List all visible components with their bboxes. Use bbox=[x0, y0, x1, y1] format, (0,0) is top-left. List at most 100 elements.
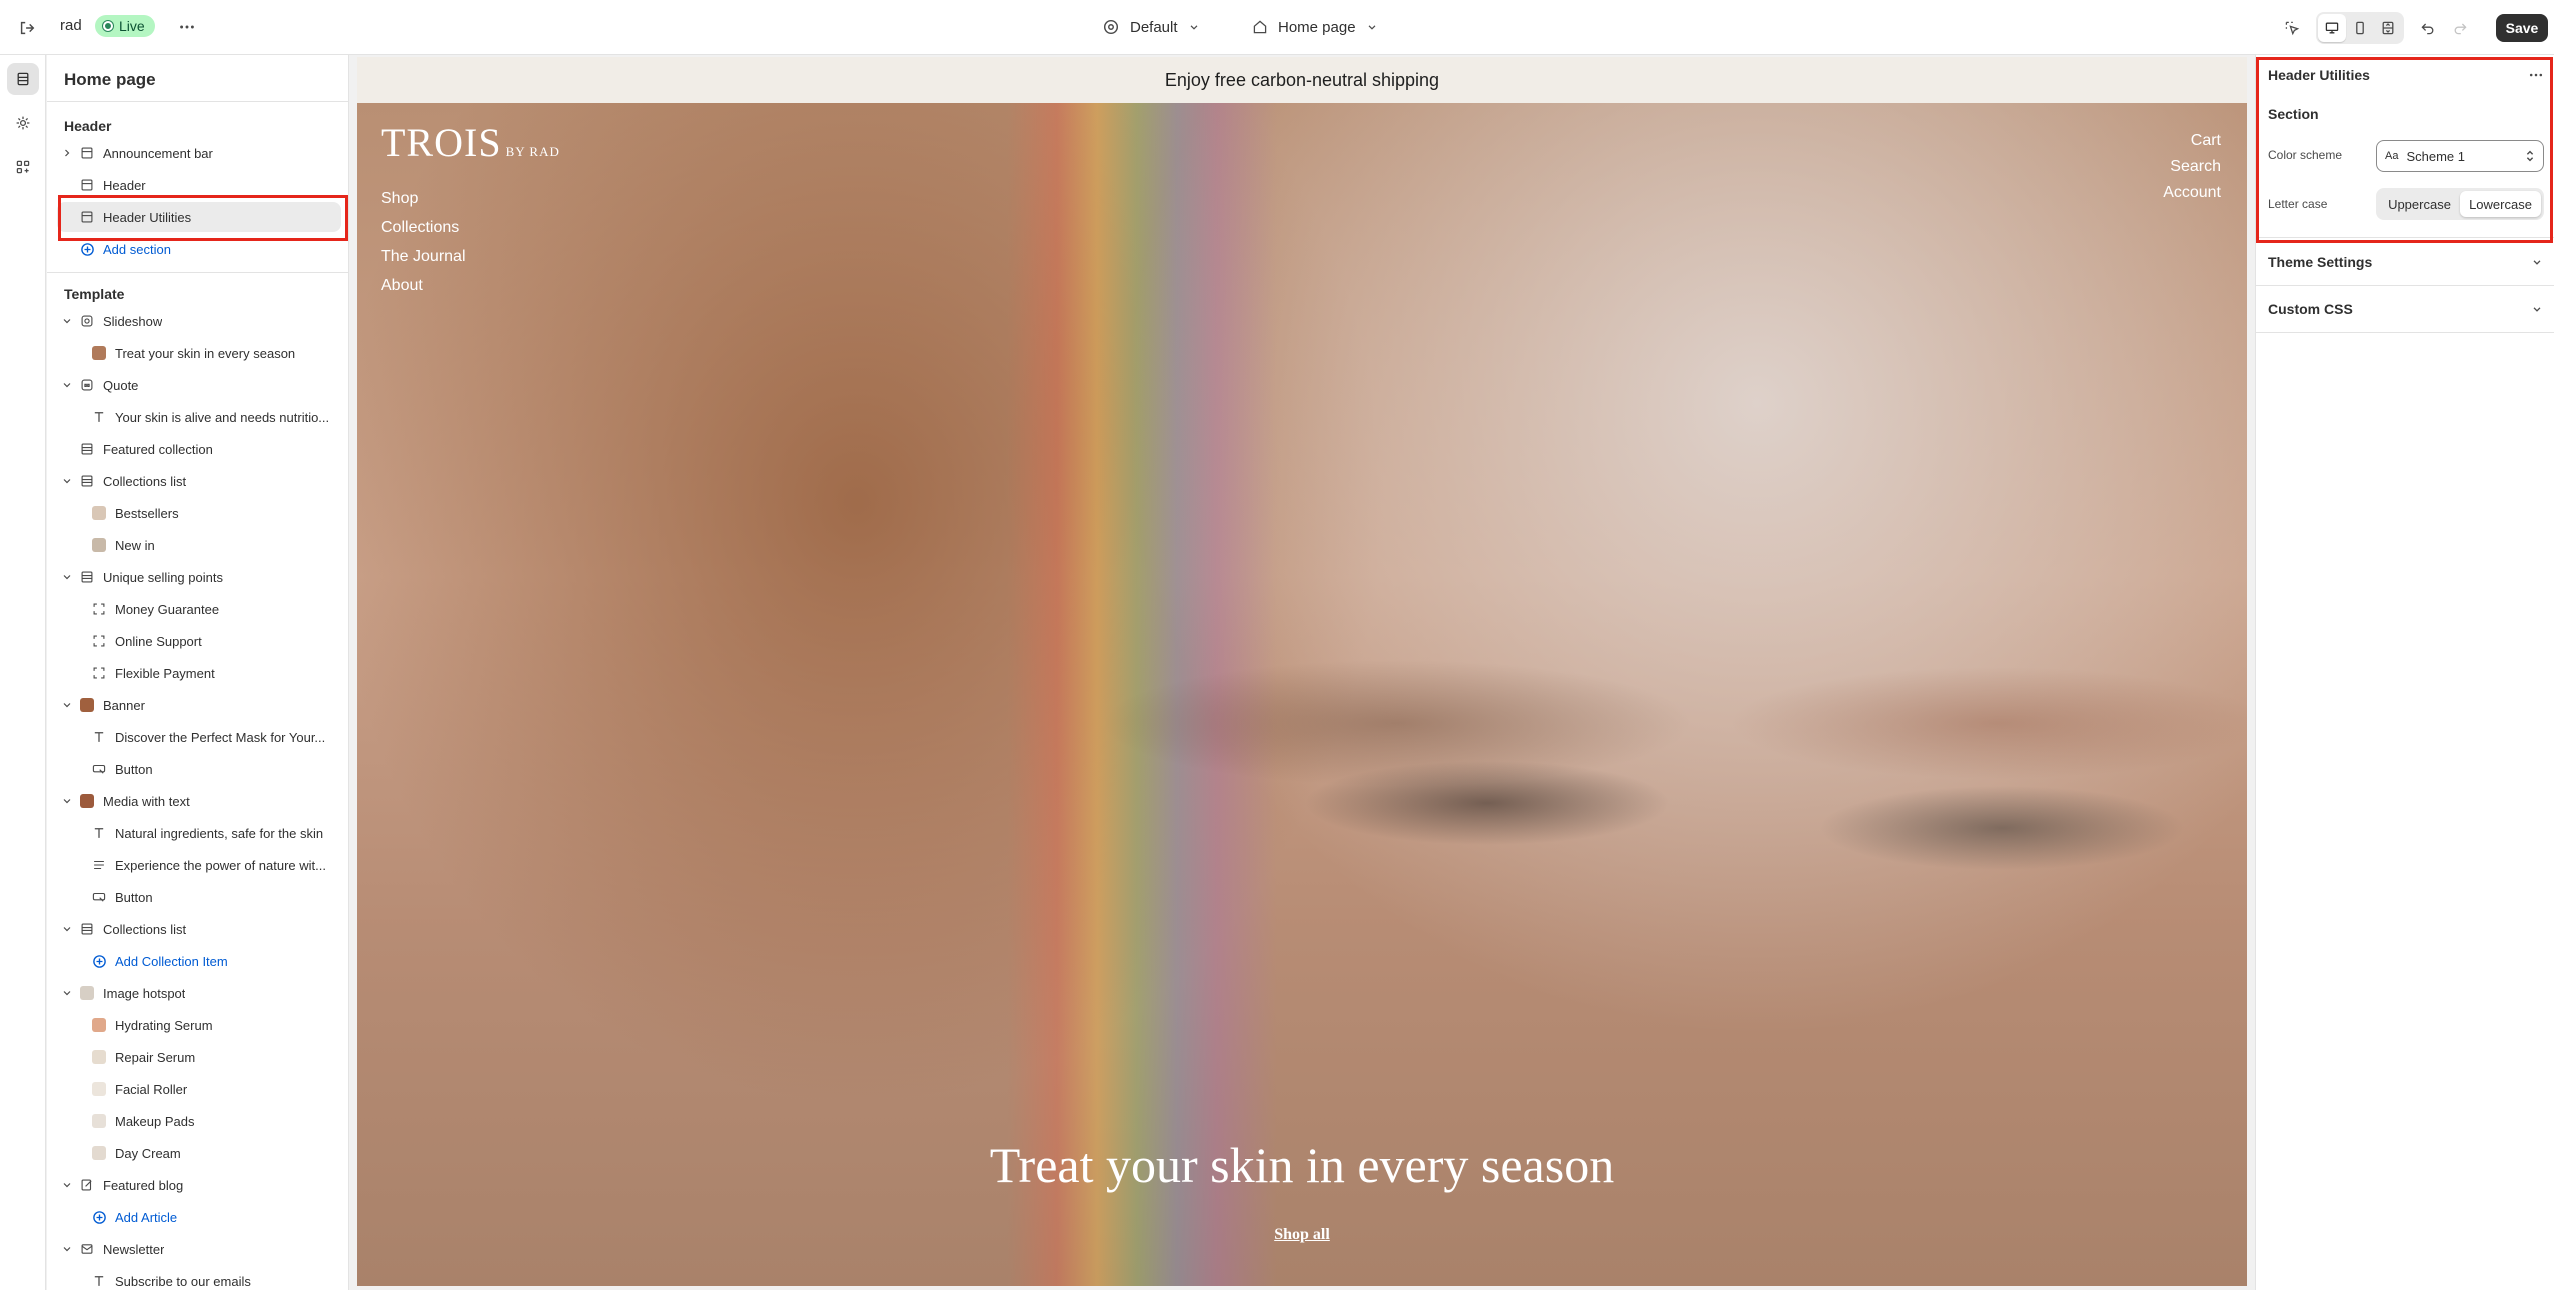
chevron-down-icon[interactable] bbox=[57, 471, 77, 491]
thumbnail-icon bbox=[77, 791, 97, 811]
announcement-bar[interactable]: Enjoy free carbon-neutral shipping bbox=[357, 57, 2247, 103]
chevron-down-icon[interactable] bbox=[57, 983, 77, 1003]
template-block[interactable]: New in bbox=[57, 530, 341, 560]
template-item-label: Featured blog bbox=[103, 1177, 184, 1193]
inspector-toggle-button[interactable] bbox=[2278, 14, 2306, 42]
cursor-select-icon bbox=[2285, 21, 2300, 36]
storefront-preview[interactable]: Enjoy free carbon-neutral shipping TROIS… bbox=[357, 57, 2247, 1286]
theme-settings-collapsible[interactable]: Theme Settings bbox=[2256, 237, 2554, 285]
divider bbox=[47, 272, 348, 273]
undo-button[interactable] bbox=[2414, 14, 2442, 42]
more-actions-button[interactable] bbox=[174, 14, 200, 40]
template-section[interactable]: Newsletter bbox=[57, 1234, 341, 1264]
chevron-down-icon[interactable] bbox=[57, 919, 77, 939]
chevron-down-icon bbox=[2533, 259, 2541, 265]
nav-collections[interactable]: Collections bbox=[381, 218, 466, 237]
template-block[interactable]: Your skin is alive and needs nutritio... bbox=[57, 402, 341, 432]
exit-icon[interactable] bbox=[14, 15, 40, 41]
apps-tab[interactable] bbox=[7, 151, 39, 183]
sections-tab[interactable] bbox=[7, 63, 39, 95]
template-item-label: Repair Serum bbox=[115, 1049, 196, 1065]
template-item-label: Makeup Pads bbox=[115, 1113, 195, 1129]
chevron-right-icon[interactable] bbox=[57, 143, 77, 163]
template-block[interactable]: Day Cream bbox=[57, 1138, 341, 1168]
cart-link[interactable]: Cart bbox=[2191, 131, 2221, 150]
template-item-label: Natural ingredients, safe for the skin bbox=[115, 825, 324, 841]
chevron-down-icon[interactable] bbox=[57, 1175, 77, 1195]
plus-circle-icon bbox=[89, 1207, 109, 1227]
template-item-label: New in bbox=[115, 537, 155, 553]
template-block[interactable]: Online Support bbox=[57, 626, 341, 656]
account-link[interactable]: Account bbox=[2163, 183, 2221, 202]
template-section[interactable]: Image hotspot bbox=[57, 978, 341, 1008]
chevron-down-icon[interactable] bbox=[57, 791, 77, 811]
custom-css-collapsible[interactable]: Custom CSS bbox=[2256, 285, 2554, 333]
chevron-down-icon[interactable] bbox=[57, 311, 77, 331]
template-block[interactable]: Flexible Payment bbox=[57, 658, 341, 688]
save-button[interactable]: Save bbox=[2496, 14, 2548, 42]
template-item-label: Media with text bbox=[103, 793, 190, 809]
device-switcher bbox=[2316, 12, 2404, 44]
logo-subtext: BY RAD bbox=[505, 144, 560, 159]
template-block[interactable]: Makeup Pads bbox=[57, 1106, 341, 1136]
theme-settings-tab[interactable] bbox=[7, 107, 39, 139]
template-item-label: Discover the Perfect Mask for Your... bbox=[115, 729, 326, 745]
shop-all-link[interactable]: Shop all bbox=[1274, 1226, 1330, 1243]
theme-selector[interactable]: Default bbox=[1102, 13, 1200, 41]
divider bbox=[47, 101, 348, 102]
mobile-view-button[interactable] bbox=[2346, 14, 2374, 42]
store-logo[interactable]: TROIS BY RAD bbox=[381, 119, 560, 166]
nav-about[interactable]: About bbox=[381, 276, 466, 295]
template-block[interactable]: Button bbox=[57, 754, 341, 784]
template-section[interactable]: Media with text bbox=[57, 786, 341, 816]
thumbnail-icon bbox=[89, 503, 109, 523]
desktop-view-button[interactable] bbox=[2318, 14, 2346, 42]
template-block[interactable]: Facial Roller bbox=[57, 1074, 341, 1104]
logo-text: TROIS bbox=[381, 120, 502, 165]
template-block[interactable]: Bestsellers bbox=[57, 498, 341, 528]
section-announcement-bar[interactable]: Announcement bar bbox=[57, 138, 341, 168]
template-block[interactable]: Hydrating Serum bbox=[57, 1010, 341, 1040]
redo-button[interactable] bbox=[2446, 14, 2474, 42]
section-icon bbox=[77, 439, 97, 459]
template-block[interactable]: Experience the power of nature wit... bbox=[57, 850, 341, 880]
template-section[interactable]: Slideshow bbox=[57, 306, 341, 336]
nav-the-journal[interactable]: The Journal bbox=[381, 247, 466, 266]
template-group-label: Template bbox=[64, 286, 125, 302]
template-section[interactable]: Collections list bbox=[57, 466, 341, 496]
slideshow-icon bbox=[77, 311, 97, 331]
hero-slideshow[interactable]: TROIS BY RAD Shop Collections The Journal… bbox=[357, 103, 2247, 1286]
template-section[interactable]: Banner bbox=[57, 690, 341, 720]
template-block[interactable]: Repair Serum bbox=[57, 1042, 341, 1072]
add-block-button[interactable]: Add Article bbox=[57, 1202, 341, 1232]
template-item-label: Hydrating Serum bbox=[115, 1017, 213, 1033]
chevron-down-icon[interactable] bbox=[57, 1239, 77, 1259]
nav-shop[interactable]: Shop bbox=[381, 189, 466, 208]
template-block[interactable]: Button bbox=[57, 882, 341, 912]
chevron-down-icon[interactable] bbox=[57, 375, 77, 395]
template-block[interactable]: Subscribe to our emails bbox=[57, 1266, 341, 1290]
template-section[interactable]: Collections list bbox=[57, 914, 341, 944]
add-block-button[interactable]: Add Collection Item bbox=[57, 946, 341, 976]
template-section[interactable]: Featured collection bbox=[57, 434, 341, 464]
template-block[interactable]: Treat your skin in every season bbox=[57, 338, 341, 368]
template-section[interactable]: Unique selling points bbox=[57, 562, 341, 592]
template-item-label: Day Cream bbox=[115, 1145, 181, 1161]
template-item-label: Collections list bbox=[103, 473, 187, 489]
gear-icon bbox=[16, 116, 30, 130]
fullscreen-view-button[interactable] bbox=[2374, 14, 2402, 42]
template-block[interactable]: Money Guarantee bbox=[57, 594, 341, 624]
template-block[interactable]: Natural ingredients, safe for the skin bbox=[57, 818, 341, 848]
template-item-label: Add Collection Item bbox=[115, 953, 228, 969]
template-item-label: Featured collection bbox=[103, 441, 213, 457]
template-block[interactable]: Discover the Perfect Mask for Your... bbox=[57, 722, 341, 752]
template-section[interactable]: Featured blog bbox=[57, 1170, 341, 1200]
chevron-down-icon[interactable] bbox=[57, 567, 77, 587]
page-selector-label: Home page bbox=[1278, 18, 1356, 36]
theme-selector-label: Default bbox=[1130, 18, 1178, 36]
thumbnail-icon bbox=[89, 535, 109, 555]
search-link[interactable]: Search bbox=[2170, 157, 2221, 176]
chevron-down-icon[interactable] bbox=[57, 695, 77, 715]
template-section[interactable]: Quote bbox=[57, 370, 341, 400]
page-selector[interactable]: Home page bbox=[1252, 13, 1378, 41]
